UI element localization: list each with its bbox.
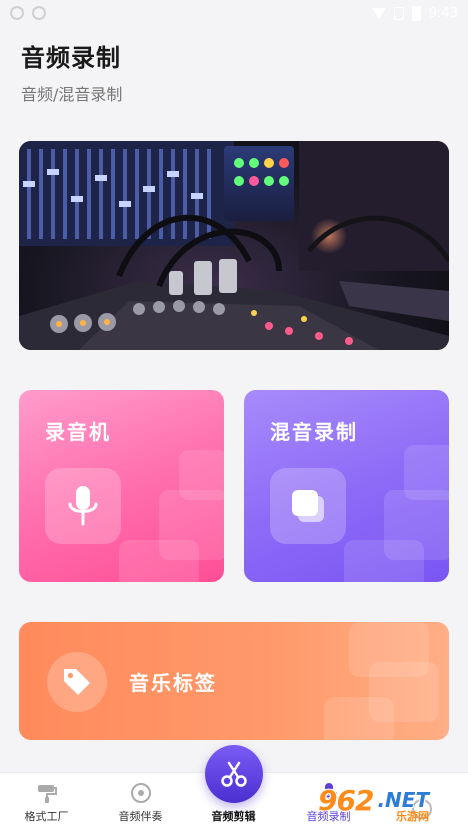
status-left (10, 6, 46, 20)
no-sim-icon (393, 6, 404, 20)
page-title: 音频录制 (21, 44, 121, 72)
decor-square (344, 540, 424, 582)
battery-icon (411, 5, 421, 21)
paint-roller-icon (37, 785, 57, 803)
mix-record-card[interactable]: 混音录制 (244, 390, 449, 582)
page-subtitle: 音频/混音录制 (21, 85, 123, 104)
nav-label: 音频伴奏 (118, 810, 163, 823)
banner-image[interactable] (19, 141, 449, 350)
tag-icon-box (47, 652, 107, 712)
status-time: 9:43 (428, 5, 458, 21)
recorder-label: 录音机 (45, 420, 111, 444)
layers-icon (292, 490, 324, 522)
decor-square (324, 697, 394, 740)
layers-icon-box (270, 468, 346, 544)
nav-label: 音频剪辑 (211, 810, 256, 823)
recorder-card[interactable]: 录音机 (19, 390, 224, 582)
nav-label: 格式工厂 (24, 810, 69, 823)
scissors-icon (221, 761, 247, 787)
nav-item-more[interactable] (363, 773, 468, 832)
nav-label: 音频录制 (306, 810, 351, 823)
wifi-icon (371, 7, 386, 19)
microphone-icon-box (45, 468, 121, 544)
music-tag-card[interactable]: 音乐标签 (19, 622, 449, 740)
tag-icon (64, 669, 90, 695)
microphone-icon (320, 783, 337, 803)
app-icon (10, 6, 24, 20)
status-bar: 9:43 (0, 0, 468, 26)
microphone-icon (68, 486, 98, 526)
status-right: 9:43 (371, 5, 458, 21)
disc-icon (130, 783, 151, 803)
app-icon (32, 6, 46, 20)
audio-edit-fab[interactable] (205, 745, 263, 803)
music-tag-label: 音乐标签 (129, 671, 217, 695)
mix-record-label: 混音录制 (270, 420, 358, 444)
more-icon (411, 799, 432, 819)
decor-square (119, 540, 199, 582)
mixer-illustration (19, 141, 449, 350)
